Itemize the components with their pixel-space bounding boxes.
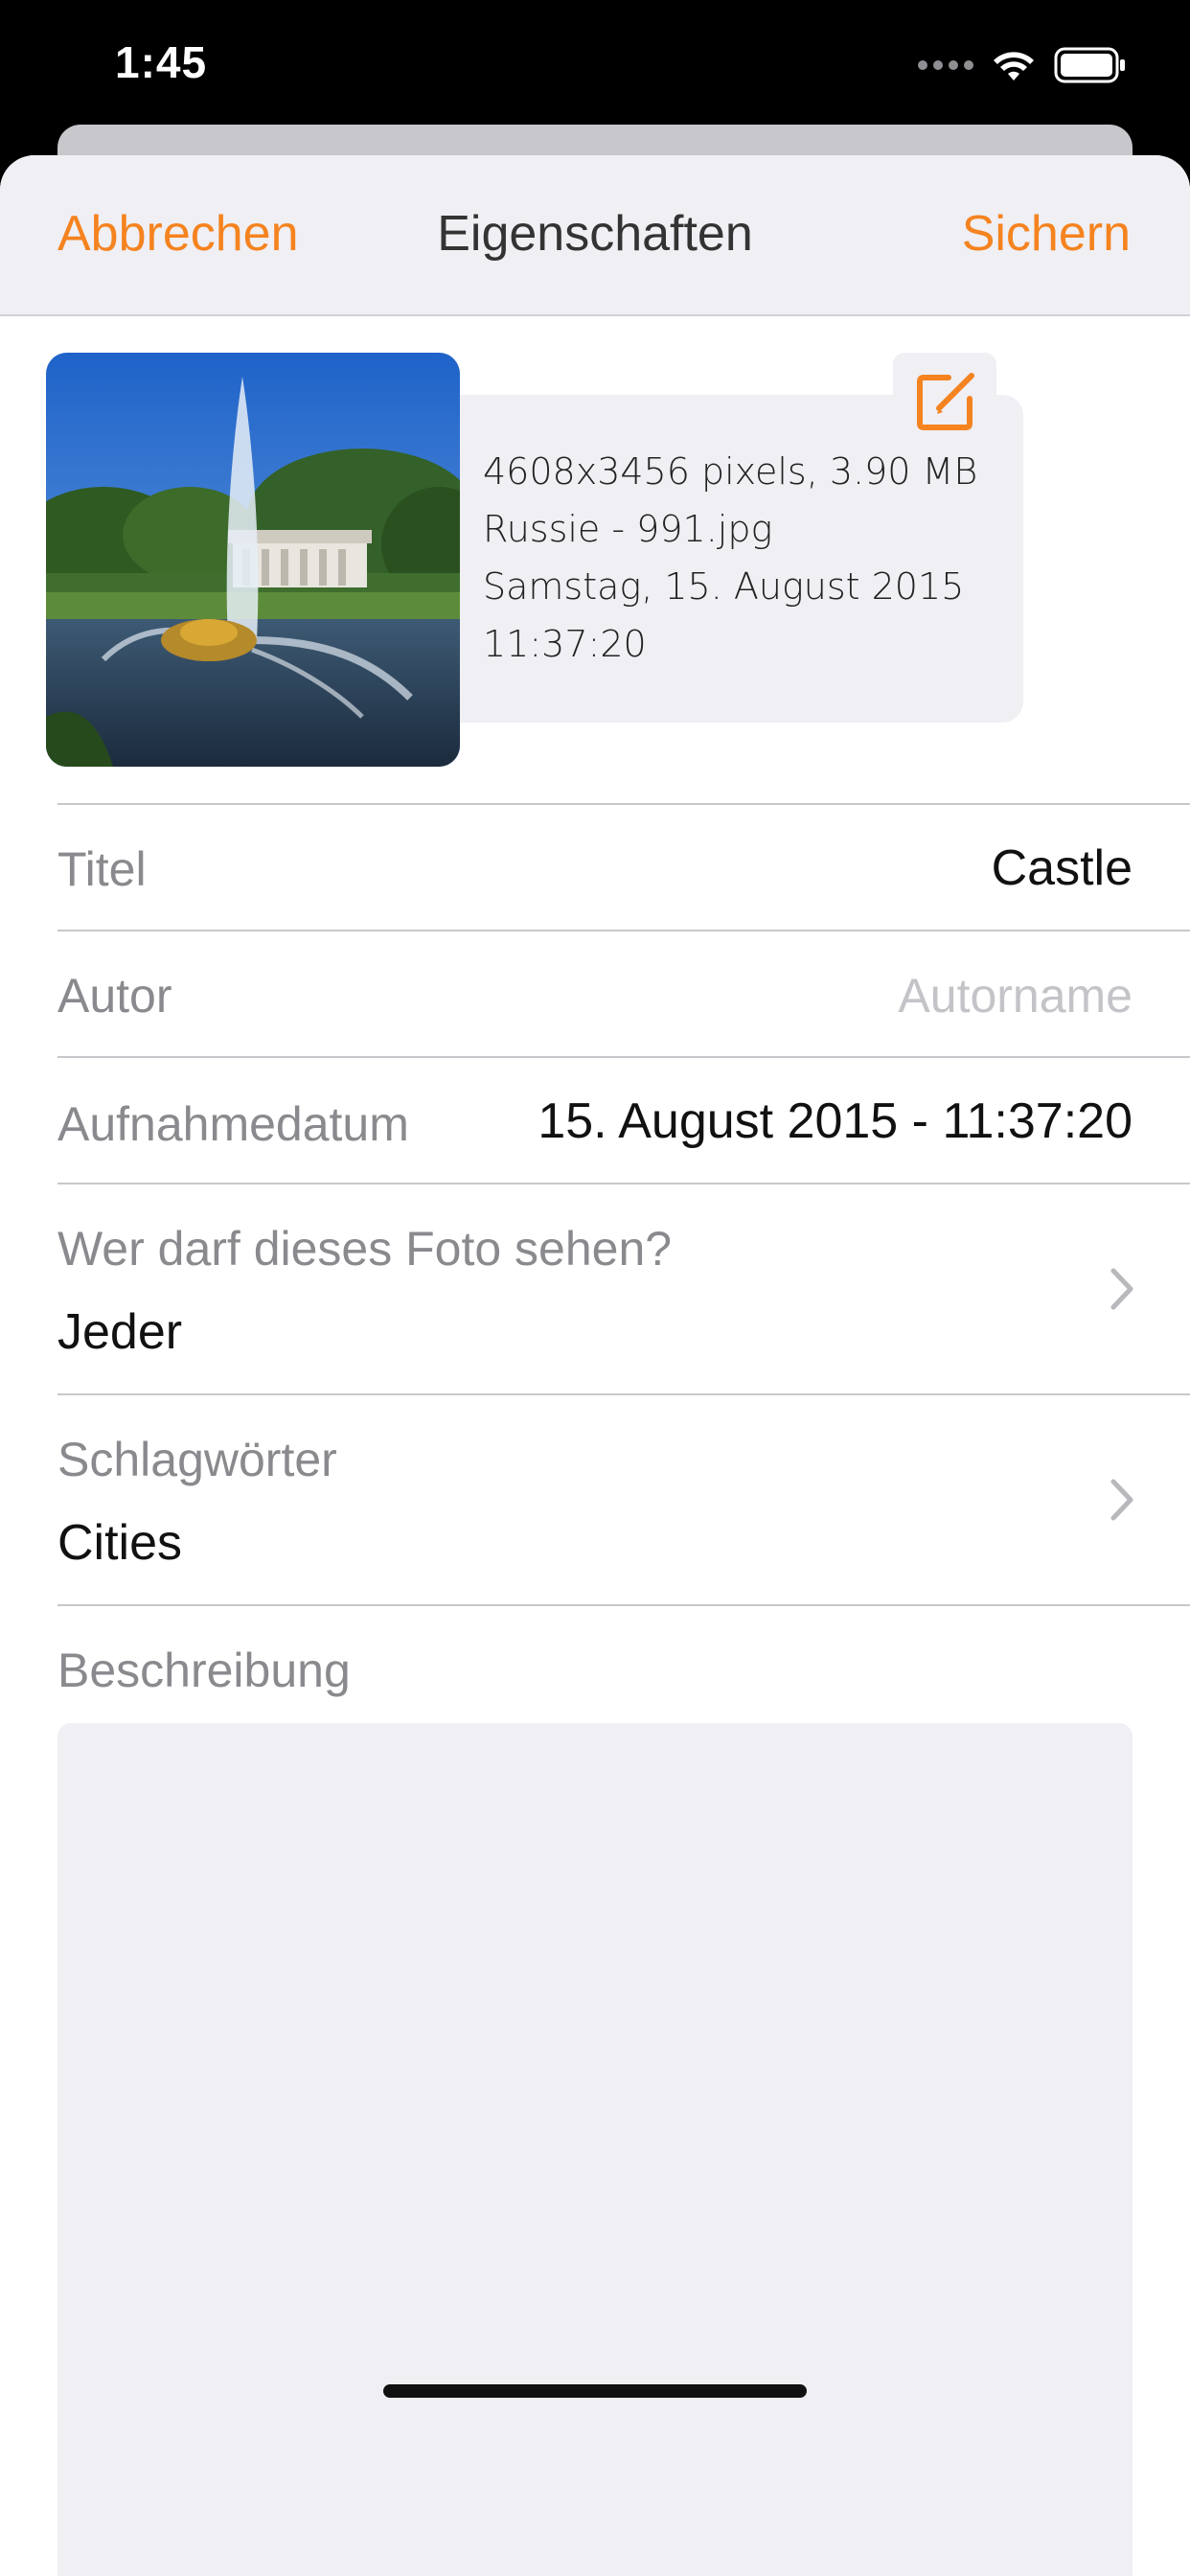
- keywords-value: Cities: [57, 1515, 183, 1571]
- status-time: 1:45: [115, 37, 208, 87]
- author-label: Autor: [57, 969, 172, 1023]
- photo-dimensions-size: 4608x3456 pixels, 3.90 MB: [483, 450, 978, 493]
- cellular-signal-icon: [918, 60, 973, 70]
- author-field[interactable]: Autorname: [898, 968, 1133, 1024]
- wifi-icon: [994, 52, 1034, 80]
- status-icons: [918, 46, 1127, 84]
- visibility-value: Jeder: [57, 1304, 183, 1360]
- photo-info-text: 4608x3456 pixels, 3.90 MB Russie - 991.j…: [483, 443, 977, 673]
- photo-time: 11:37:20: [483, 623, 647, 665]
- visibility-row[interactable]: Wer darf dieses Foto sehen? Jeder: [57, 1183, 1190, 1393]
- capture-date-value[interactable]: 15. August 2015 - 11:37:20: [538, 1092, 1133, 1150]
- title-row[interactable]: Titel Castle: [57, 803, 1190, 930]
- author-row[interactable]: Autor Autorname: [57, 930, 1190, 1056]
- chevron-right-icon: [1110, 1268, 1133, 1310]
- photo-filename: Russie - 991.jpg: [483, 508, 773, 550]
- keywords-row[interactable]: Schlagwörter Cities: [57, 1393, 1190, 1604]
- navigation-bar: Abbrechen Eigenschaften Sichern: [0, 155, 1190, 316]
- keywords-label: Schlagwörter: [57, 1433, 337, 1486]
- battery-icon: [1054, 47, 1125, 83]
- edit-icon[interactable]: [910, 364, 983, 437]
- visibility-label: Wer darf dieses Foto sehen?: [57, 1222, 673, 1276]
- properties-sheet: Abbrechen Eigenschaften Sichern 4608x345…: [0, 155, 1190, 2576]
- photo-thumbnail[interactable]: [46, 353, 460, 767]
- home-indicator: [383, 2384, 807, 2398]
- description-textarea[interactable]: [57, 1723, 1133, 2576]
- photo-date: Samstag, 15. August 2015: [483, 565, 965, 608]
- description-row: Beschreibung: [57, 1604, 1190, 1723]
- title-field[interactable]: Castle: [992, 840, 1133, 897]
- description-label: Beschreibung: [57, 1644, 351, 1697]
- save-button[interactable]: Sichern: [962, 205, 1131, 263]
- chevron-right-icon: [1110, 1479, 1133, 1521]
- title-label: Titel: [57, 842, 147, 896]
- capture-date-label: Aufnahmedatum: [57, 1097, 409, 1151]
- status-bar: 1:45: [0, 0, 1190, 134]
- capture-date-row[interactable]: Aufnahmedatum 15. August 2015 - 11:37:20: [57, 1056, 1190, 1183]
